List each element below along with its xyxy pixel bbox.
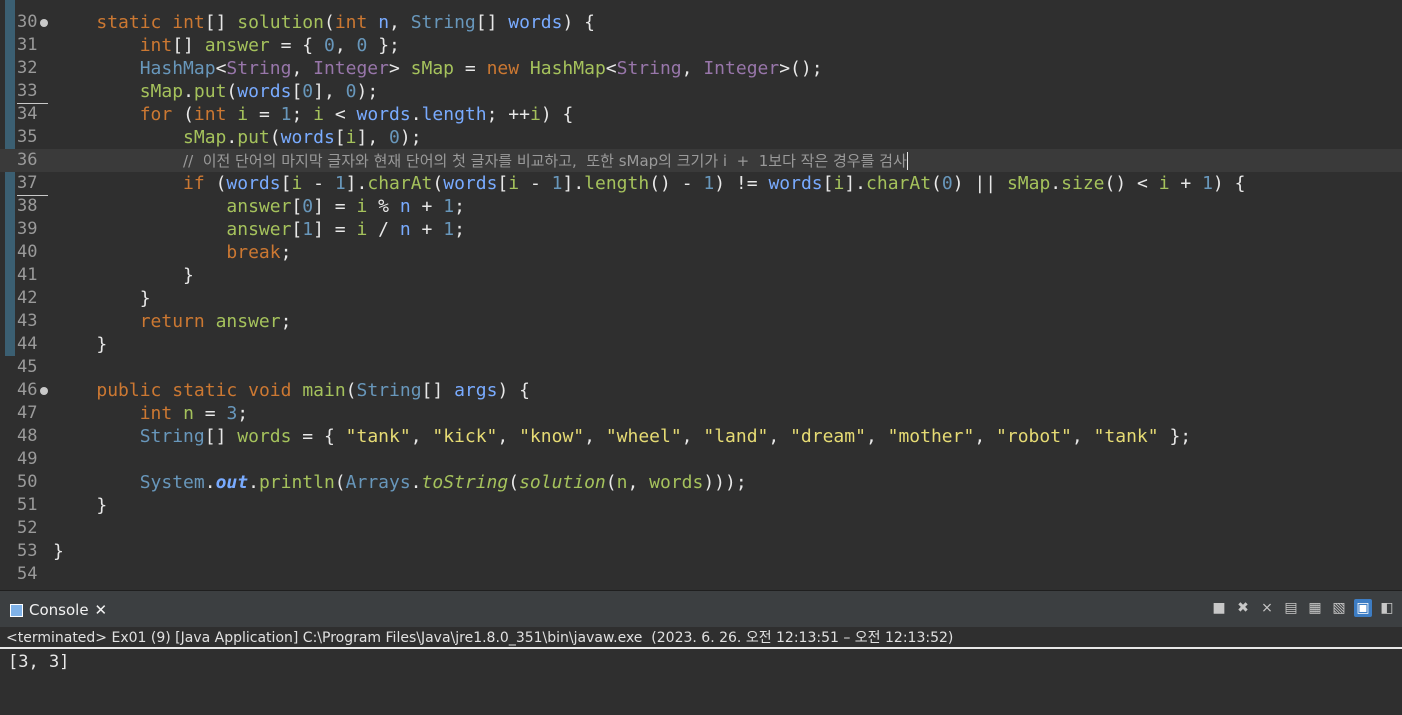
line-number: 35: [17, 127, 38, 147]
open-console-icon[interactable]: ◧: [1378, 599, 1396, 617]
string-literal: "know": [519, 426, 585, 447]
console-toolbar: ■ ✖ ⨯ ▤ ▦ ▧ ▣ ◧: [1210, 599, 1396, 619]
code-line: 51 }: [17, 495, 108, 516]
console-status-line: <terminated> Ex01 (9) [Java Application]…: [0, 627, 1402, 649]
word-wrap-icon[interactable]: ▦: [1306, 599, 1324, 617]
string-literal: "dream": [790, 426, 866, 447]
close-icon[interactable]: ✕: [95, 601, 108, 619]
fold-toggle-icon[interactable]: [40, 387, 48, 395]
line-number: 44: [17, 334, 38, 354]
line-number: 38: [17, 196, 38, 216]
code-line: 53}: [17, 541, 64, 562]
code-line: 31 int[] answer = { 0, 0 };: [17, 35, 400, 56]
code-line: 47 int n = 3;: [17, 403, 249, 424]
console-tab[interactable]: Console ✕: [4, 597, 113, 623]
code-line: 39 answer[1] = i / n + 1;: [17, 219, 465, 240]
code-line: 42 }: [17, 288, 151, 309]
code-line: 48 String[] words = { "tank", "kick", "k…: [17, 426, 1192, 447]
code-line: 45: [0, 356, 1402, 379]
line-number: 42: [17, 288, 38, 308]
code-line: 34 for (int i = 1; i < words.length; ++i…: [17, 104, 574, 125]
remove-launch-icon[interactable]: ✖: [1234, 599, 1252, 617]
line-number: 50: [17, 472, 38, 492]
line-number: 36: [17, 150, 38, 170]
show-on-stdout-icon[interactable]: ▧: [1330, 599, 1348, 617]
code-line: 38 answer[0] = i % n + 1;: [17, 196, 465, 217]
string-literal: "tank": [1093, 426, 1159, 447]
code-line: 29: [0, 0, 1402, 7]
pin-console-icon[interactable]: ▣: [1354, 599, 1372, 617]
line-number: 52: [17, 518, 38, 538]
scroll-lock-icon[interactable]: ▤: [1282, 599, 1300, 617]
line-number: 29: [17, 0, 48, 7]
line-number: 53: [17, 541, 38, 561]
line-number: 40: [17, 242, 38, 262]
line-number: 32: [17, 58, 38, 78]
code-line: 46 public static void main(String[] args…: [17, 380, 530, 401]
code-line: 44 }: [17, 334, 108, 355]
line-number: 31: [17, 35, 38, 55]
line-number: 47: [17, 403, 38, 423]
line-number: 37: [17, 172, 48, 196]
string-literal: "tank": [345, 426, 411, 447]
code-line: 32 HashMap<String, Integer> sMap = new H…: [17, 58, 823, 79]
code-line: 43 return answer;: [17, 311, 292, 332]
console-icon: [10, 604, 23, 617]
line-number: 45: [17, 357, 38, 377]
fold-toggle-icon[interactable]: [40, 19, 48, 27]
console-tab-bar: Console ✕ ■ ✖ ⨯ ▤ ▦ ▧ ▣ ◧: [0, 590, 1402, 627]
code-line: 30 static int[] solution(int n, String[]…: [17, 12, 595, 33]
code-line: 40 break;: [17, 242, 292, 263]
console-output[interactable]: [3, 3]: [0, 651, 1402, 715]
code-line: 52: [0, 517, 1402, 540]
remove-all-icon[interactable]: ⨯: [1258, 599, 1276, 617]
code-line: 35 sMap.put(words[i], 0);: [17, 127, 422, 148]
code-line: 49: [0, 448, 1402, 471]
line-number: 41: [17, 265, 38, 285]
string-literal: "wheel": [605, 426, 682, 447]
line-number: 33: [17, 80, 48, 104]
string-literal: "land": [703, 426, 769, 447]
line-number: 48: [17, 426, 38, 446]
code-line: 54: [0, 563, 1402, 586]
line-number: 34: [17, 104, 38, 124]
string-literal: "kick": [432, 426, 498, 447]
line-number: 54: [17, 564, 38, 584]
line-number: 39: [17, 219, 38, 239]
code-line: 41 }: [17, 265, 194, 286]
text-caret: [906, 152, 908, 170]
line-number: 51: [17, 495, 38, 515]
code-line: 37 if (words[i - 1].charAt(words[i - 1].…: [17, 172, 1246, 196]
line-number: 43: [17, 311, 38, 331]
line-number: 49: [17, 449, 38, 469]
string-literal: "robot": [996, 426, 1072, 447]
code-line: 50 System.out.println(Arrays.toString(so…: [17, 472, 747, 493]
code-line-current: 36 // 이전 단어의 마지막 글자와 현재 단어의 첫 글자를 비교하고, …: [0, 149, 1402, 172]
string-literal: "mother": [887, 426, 975, 447]
code-line: 33 sMap.put(words[0], 0);: [17, 80, 379, 104]
code-comment: // 이전 단어의 마지막 글자와 현재 단어의 첫 글자를 비교하고, 또한 …: [183, 152, 907, 170]
console-tab-label: Console: [29, 601, 89, 619]
code-editor[interactable]: 29 30 static int[] solution(int n, Strin…: [0, 0, 1402, 590]
terminate-icon[interactable]: ■: [1210, 599, 1228, 617]
